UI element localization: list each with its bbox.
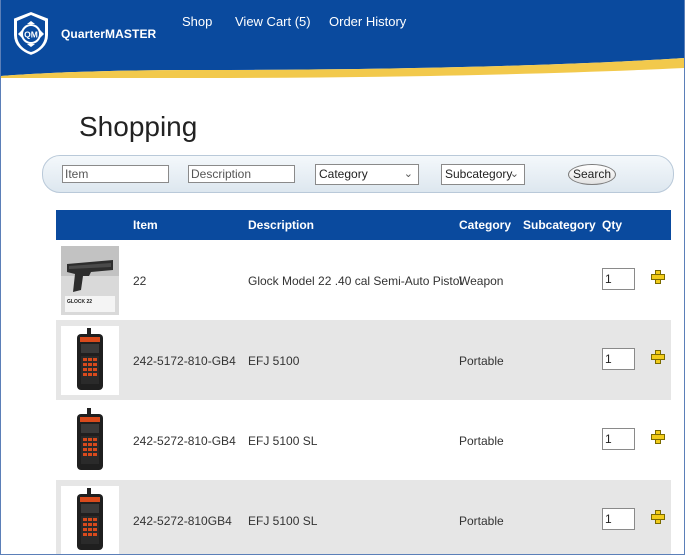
subcategory-select-value: Subcategory bbox=[445, 167, 513, 181]
column-header-category: Category bbox=[459, 218, 512, 232]
quantity-input[interactable]: 1 bbox=[602, 268, 635, 290]
quantity-input[interactable]: 1 bbox=[602, 508, 635, 530]
chevron-down-icon: ⌄ bbox=[403, 168, 413, 180]
search-button[interactable]: Search bbox=[568, 164, 616, 185]
column-header-item: Item bbox=[133, 218, 158, 232]
row-item-number: 242-5272-810GB4 bbox=[133, 514, 232, 528]
header-bar: QM QuarterMASTER Shop View Cart (5) Orde… bbox=[1, 0, 684, 78]
nav-order-history-link[interactable]: Order History bbox=[329, 14, 406, 29]
nav-shop-link[interactable]: Shop bbox=[182, 14, 212, 29]
nav-view-cart-link[interactable]: View Cart (5) bbox=[235, 14, 311, 29]
row-description: EFJ 5100 SL bbox=[248, 434, 318, 448]
quartermaster-logo: QM bbox=[12, 9, 50, 57]
row-item-number: 22 bbox=[133, 274, 147, 288]
add-to-cart-plus-icon[interactable] bbox=[651, 270, 665, 284]
pistol-image-caption: GLOCK 22 bbox=[67, 299, 93, 305]
row-item-number: 242-5272-810-GB4 bbox=[133, 434, 236, 448]
app-window: QM QuarterMASTER Shop View Cart (5) Orde… bbox=[0, 0, 685, 555]
item-search-input[interactable]: Item bbox=[62, 165, 169, 183]
quantity-input[interactable]: 1 bbox=[602, 428, 635, 450]
row-category: Portable bbox=[459, 434, 504, 448]
page-title: Shopping bbox=[79, 111, 198, 142]
search-bar: Item Description Category ⌄ Subcategory … bbox=[42, 155, 674, 193]
description-search-input[interactable]: Description bbox=[188, 165, 295, 183]
radio-image bbox=[61, 406, 119, 475]
subcategory-select[interactable]: Subcategory ⌄ bbox=[441, 164, 525, 185]
column-header-subcategory: Subcategory bbox=[523, 218, 596, 232]
logo-text: QM bbox=[24, 30, 38, 40]
row-description: Glock Model 22 .40 cal Semi-Auto Pistol bbox=[248, 274, 463, 288]
table-row: GLOCK 22 22 Glock Model 22 .40 cal Semi-… bbox=[56, 240, 671, 320]
table-row: 242-5272-810GB4 EFJ 5100 SL Portable 1 bbox=[56, 480, 671, 554]
category-select[interactable]: Category ⌄ bbox=[315, 164, 419, 185]
column-header-qty: Qty bbox=[602, 218, 623, 232]
row-description: EFJ 5100 bbox=[248, 354, 300, 368]
quantity-input[interactable]: 1 bbox=[602, 348, 635, 370]
pistol-image: GLOCK 22 bbox=[61, 246, 119, 315]
radio-image bbox=[61, 326, 119, 395]
row-category: Portable bbox=[459, 354, 504, 368]
row-category: Portable bbox=[459, 514, 504, 528]
add-to-cart-plus-icon[interactable] bbox=[651, 350, 665, 364]
row-category: Weapon bbox=[459, 274, 504, 288]
table-row: 242-5272-810-GB4 EFJ 5100 SL Portable 1 bbox=[56, 400, 671, 480]
table-row: 242-5172-810-GB4 EFJ 5100 Portable 1 bbox=[56, 320, 671, 400]
category-select-value: Category bbox=[319, 167, 368, 181]
add-to-cart-plus-icon[interactable] bbox=[651, 430, 665, 444]
row-description: EFJ 5100 SL bbox=[248, 514, 318, 528]
column-header-description: Description bbox=[248, 218, 315, 232]
chevron-down-icon: ⌄ bbox=[509, 168, 519, 180]
add-to-cart-plus-icon[interactable] bbox=[651, 510, 665, 524]
brand-name: QuarterMASTER bbox=[61, 27, 157, 41]
table-header: Item Description Category Subcategory Qt… bbox=[56, 210, 671, 240]
row-item-number: 242-5172-810-GB4 bbox=[133, 354, 236, 368]
radio-image bbox=[61, 486, 119, 554]
